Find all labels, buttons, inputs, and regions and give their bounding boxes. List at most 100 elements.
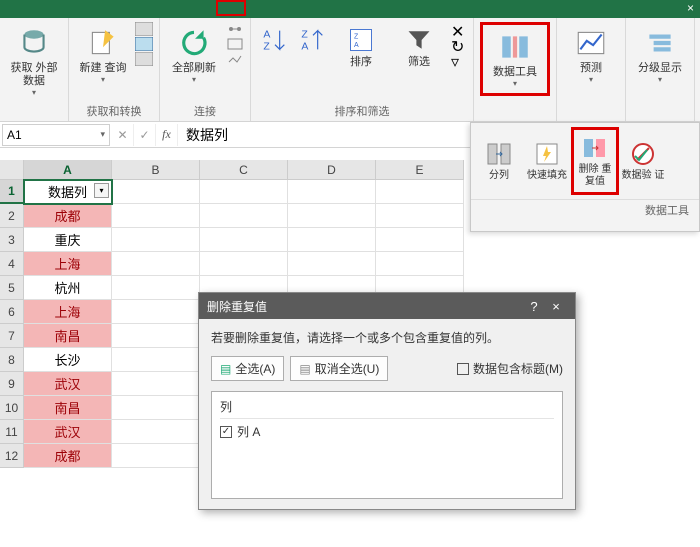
new-query-button[interactable]: 新建 查询 ▾: [75, 22, 131, 89]
row-header[interactable]: 2: [0, 204, 24, 228]
row-header[interactable]: 1: [0, 180, 24, 204]
unselect-all-button[interactable]: ▤ 取消全选(U): [290, 356, 388, 381]
list-item[interactable]: ✓ 列 A: [220, 423, 554, 440]
label: 分列: [489, 170, 509, 182]
cell[interactable]: 南昌: [24, 324, 112, 348]
column-header[interactable]: D: [288, 160, 376, 180]
cell[interactable]: [112, 300, 200, 324]
select-all-button[interactable]: ▤ 全选(A): [211, 356, 284, 381]
cell[interactable]: [288, 228, 376, 252]
group-label: 连接: [194, 101, 216, 119]
group-label: 数据工具: [471, 199, 699, 218]
fx-icon[interactable]: fx: [156, 124, 178, 146]
reapply-icon[interactable]: ↻: [451, 37, 467, 51]
cell[interactable]: 数据列▾: [24, 180, 112, 204]
clear-icon[interactable]: ✕: [451, 22, 467, 36]
dialog-title: 删除重复值: [207, 298, 267, 315]
svg-text:A: A: [301, 40, 308, 52]
cell[interactable]: [288, 204, 376, 228]
refresh-all-button[interactable]: 全部刷新 ▾: [166, 22, 222, 89]
sort-az-icon: AZ: [261, 26, 289, 54]
window-close-icon[interactable]: ×: [687, 1, 694, 15]
column-header[interactable]: A: [24, 160, 112, 180]
data-validation-button[interactable]: 数据验 证: [619, 127, 667, 195]
column-header[interactable]: E: [376, 160, 464, 180]
row-header[interactable]: 6: [0, 300, 24, 324]
cell[interactable]: 成都: [24, 204, 112, 228]
table-icon[interactable]: [135, 52, 153, 66]
cell[interactable]: [112, 252, 200, 276]
column-header[interactable]: C: [200, 160, 288, 180]
help-icon[interactable]: ?: [523, 299, 545, 314]
cell[interactable]: [112, 228, 200, 252]
label: 快速填充: [527, 170, 567, 182]
cell[interactable]: 长沙: [24, 348, 112, 372]
filter-button[interactable]: 筛选: [391, 22, 447, 73]
cancel-icon[interactable]: ✕: [112, 124, 134, 146]
data-tools-button[interactable]: 数据工具 ▾: [480, 22, 550, 96]
flash-fill-button[interactable]: 快速填充: [523, 127, 571, 195]
chevron-down-icon[interactable]: ▾: [100, 129, 105, 140]
cell[interactable]: [112, 444, 200, 468]
row-header[interactable]: 3: [0, 228, 24, 252]
cell[interactable]: [376, 204, 464, 228]
cell[interactable]: [376, 228, 464, 252]
table-icon[interactable]: [135, 22, 153, 36]
row-header[interactable]: 10: [0, 396, 24, 420]
cell[interactable]: 武汉: [24, 420, 112, 444]
cell[interactable]: 重庆: [24, 228, 112, 252]
name-box[interactable]: A1 ▾: [2, 124, 110, 146]
dialog-title-bar[interactable]: 删除重复值 ? ×: [199, 293, 575, 319]
cell[interactable]: 上海: [24, 252, 112, 276]
cell[interactable]: [112, 204, 200, 228]
data-has-headers-checkbox[interactable]: 数据包含标题(M): [457, 360, 563, 377]
cell[interactable]: [200, 228, 288, 252]
cell[interactable]: [288, 252, 376, 276]
get-external-data-button[interactable]: 获取 外部数据 ▾: [6, 22, 62, 102]
row-header[interactable]: 7: [0, 324, 24, 348]
remove-duplicates-button[interactable]: 删除 重复值: [571, 127, 619, 195]
cell[interactable]: 南昌: [24, 396, 112, 420]
outline-button[interactable]: 分级显示 ▾: [632, 22, 688, 89]
cell[interactable]: [200, 204, 288, 228]
row-header[interactable]: 11: [0, 420, 24, 444]
row-header[interactable]: 5: [0, 276, 24, 300]
cell[interactable]: [112, 420, 200, 444]
cell[interactable]: [112, 348, 200, 372]
select-all-corner[interactable]: [0, 160, 24, 180]
cell[interactable]: 武汉: [24, 372, 112, 396]
sort-desc-button[interactable]: ZA: [295, 22, 331, 60]
column-header[interactable]: B: [112, 160, 200, 180]
cell[interactable]: [200, 252, 288, 276]
cell[interactable]: [112, 276, 200, 300]
sort-button[interactable]: ZA 排序: [333, 22, 389, 73]
row-header[interactable]: 12: [0, 444, 24, 468]
cell[interactable]: [376, 252, 464, 276]
table-icon[interactable]: [135, 37, 153, 51]
row-header[interactable]: 9: [0, 372, 24, 396]
cell[interactable]: 上海: [24, 300, 112, 324]
cell[interactable]: [112, 396, 200, 420]
row-header[interactable]: 4: [0, 252, 24, 276]
cell[interactable]: [288, 180, 376, 204]
cell[interactable]: 成都: [24, 444, 112, 468]
cell[interactable]: [376, 180, 464, 204]
enter-icon[interactable]: ✓: [134, 124, 156, 146]
cell[interactable]: 杭州: [24, 276, 112, 300]
edit-links-icon[interactable]: [226, 52, 244, 66]
advanced-icon[interactable]: ▿: [451, 52, 467, 66]
cell[interactable]: [200, 180, 288, 204]
connections-icon[interactable]: [226, 22, 244, 36]
text-to-columns-button[interactable]: 分列: [475, 127, 523, 195]
forecast-button[interactable]: 预测 ▾: [563, 22, 619, 89]
row-header[interactable]: 8: [0, 348, 24, 372]
properties-icon[interactable]: [226, 37, 244, 51]
cell[interactable]: [112, 180, 200, 204]
cell[interactable]: [112, 324, 200, 348]
cell[interactable]: [112, 372, 200, 396]
filter-dropdown-icon[interactable]: ▾: [94, 183, 109, 198]
funnel-icon: [405, 26, 433, 54]
chevron-down-icon: ▾: [192, 75, 196, 85]
sort-asc-button[interactable]: AZ: [257, 22, 293, 60]
close-icon[interactable]: ×: [545, 299, 567, 314]
